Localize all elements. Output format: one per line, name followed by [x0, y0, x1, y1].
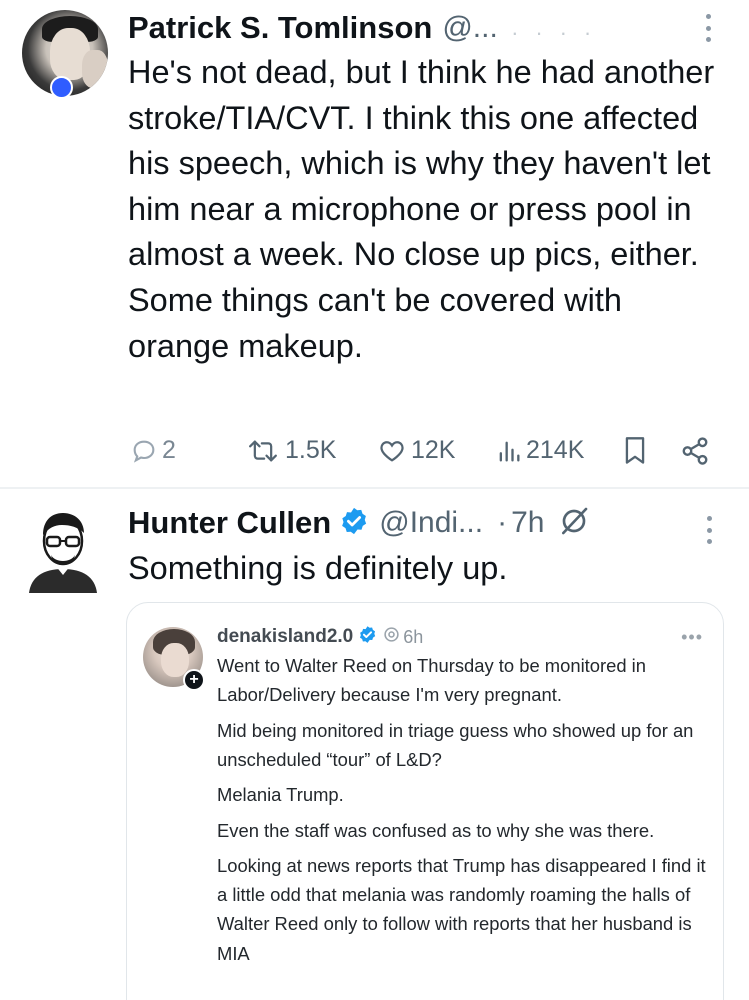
tweet-header: Patrick S. Tomlinson @... . . . . — [128, 8, 597, 48]
retweet-icon — [249, 440, 277, 461]
quoted-text: Went to Walter Reed on Thursday to be mo… — [217, 651, 717, 974]
bookmark-button[interactable] — [623, 436, 647, 466]
threads-icon — [383, 626, 400, 648]
like-icon — [380, 440, 404, 462]
verified-badge-icon — [358, 625, 377, 649]
timestamp[interactable]: 7h — [511, 506, 544, 540]
quoted-more-icon[interactable]: ••• — [681, 627, 703, 648]
avatar-illustration — [29, 513, 97, 593]
presence-dot — [50, 76, 73, 99]
retweet-button[interactable]: 1.5K — [245, 436, 336, 465]
tweet-text: He's not dead, but I think he had anothe… — [128, 54, 715, 364]
quoted-header: denakisland2.0 6h — [217, 623, 423, 651]
share-button[interactable] — [680, 436, 710, 466]
author-avatar[interactable] — [27, 505, 99, 593]
like-count: 12K — [411, 436, 456, 464]
more-icon[interactable] — [696, 10, 720, 46]
reply-button[interactable]: 2 — [130, 436, 176, 465]
views-button[interactable]: 214K — [496, 436, 584, 465]
quoted-paragraph: Even the staff was confused as to why sh… — [217, 819, 655, 841]
quoted-paragraph: Melania Trump. — [217, 784, 344, 806]
more-icon[interactable] — [697, 512, 721, 548]
follow-plus-icon[interactable]: + — [183, 669, 205, 691]
quoted-paragraph: Looking at news reports that Trump has d… — [217, 854, 706, 964]
divider — [0, 487, 749, 489]
share-icon — [682, 437, 708, 465]
quoted-timestamp: 6h — [403, 626, 424, 647]
like-button[interactable]: 12K — [377, 436, 455, 465]
retweet-count: 1.5K — [285, 436, 337, 464]
action-bar: 2 1.5K 12K 214K — [0, 436, 749, 470]
author-handle[interactable]: @Indi... — [379, 506, 483, 540]
reply-icon — [133, 440, 155, 463]
verified-badge-icon — [339, 506, 369, 541]
faint-ellipsis: . . . . — [511, 15, 597, 40]
quoted-paragraph: Went to Walter Reed on Thursday to be mo… — [217, 655, 647, 706]
author-name[interactable]: Hunter Cullen — [128, 505, 331, 541]
tweet-text: Something is definitely up. — [128, 550, 508, 586]
bookmark-icon — [625, 437, 645, 464]
separator-dot: · — [497, 506, 508, 539]
views-icon — [499, 441, 520, 461]
quoted-post-card[interactable]: + denakisland2.0 6h ••• Went to Walter R… — [126, 602, 724, 1000]
views-count: 214K — [526, 436, 585, 464]
quoted-paragraph: Mid being monitored in triage guess who … — [217, 719, 694, 770]
quoted-author-name[interactable]: denakisland2.0 — [217, 626, 353, 648]
author-name[interactable]: Patrick S. Tomlinson — [128, 10, 432, 46]
author-handle[interactable]: @... — [442, 11, 497, 45]
grok-icon[interactable] — [558, 505, 590, 542]
tweet-1: Patrick S. Tomlinson @... . . . . He's n… — [0, 0, 749, 487]
tweet-header: Hunter Cullen @Indi... · 7h — [128, 500, 590, 546]
reply-count: 2 — [162, 436, 176, 464]
avatar-hand — [82, 50, 108, 88]
